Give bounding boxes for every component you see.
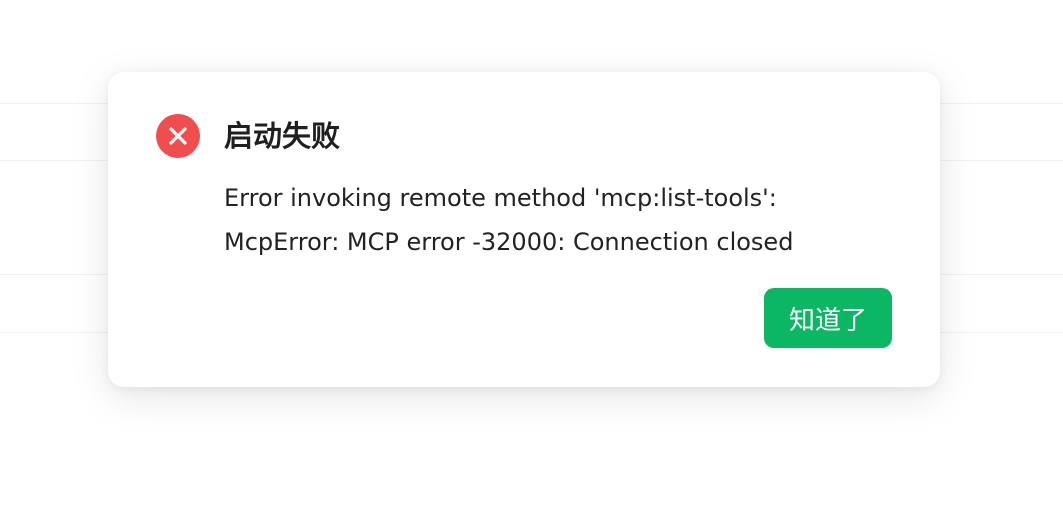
error-dialog: 启动失败 Error invoking remote method 'mcp:l… [108,72,940,387]
dialog-message-line: McpError: MCP error -32000: Connection c… [224,228,794,256]
dialog-message-line: Error invoking remote method 'mcp:list-t… [224,184,777,212]
error-circle-x-icon-graphic [156,114,200,158]
error-circle-x-icon [156,114,200,158]
dialog-message: Error invoking remote method 'mcp:list-t… [224,176,904,264]
acknowledge-button[interactable]: 知道了 [764,288,892,348]
dialog-title: 启动失败 [224,119,341,153]
